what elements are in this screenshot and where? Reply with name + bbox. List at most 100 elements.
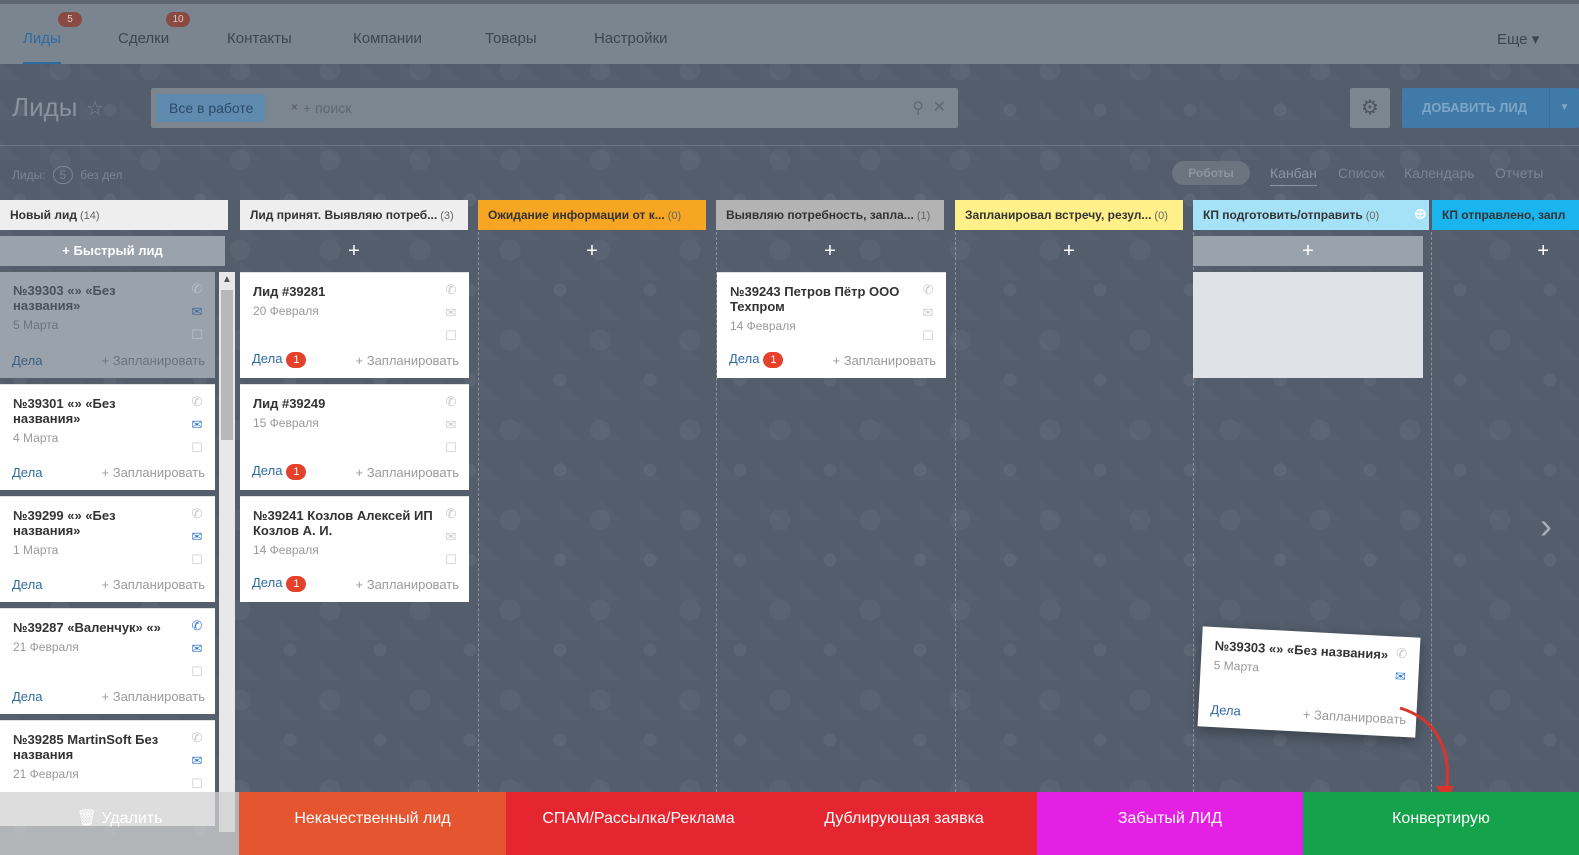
mail-icon[interactable]: ✉ <box>443 418 459 432</box>
mail-icon[interactable]: ✉ <box>189 530 205 544</box>
column-header-identify-need[interactable]: Выявляю потребность, запла... (1) <box>716 200 944 230</box>
phone-icon[interactable]: ✆ <box>189 395 205 409</box>
chat-icon[interactable]: ☐ <box>189 441 205 455</box>
scrollbar-thumb[interactable] <box>221 290 233 440</box>
column-header-new-lead[interactable]: Новый лид (14) <box>0 200 228 230</box>
tab-reports[interactable]: Отчеты <box>1495 165 1543 181</box>
add-column-icon[interactable]: ⊕ <box>1414 200 1427 230</box>
drop-zone-duplicate[interactable]: Дублирующая заявка <box>771 792 1037 855</box>
drop-zone-forgotten[interactable]: Забытый ЛИД <box>1037 792 1303 855</box>
card-title[interactable]: №39287 «Валенчук» «» <box>13 620 173 635</box>
nav-item-companies[interactable]: Компании <box>353 30 422 47</box>
add-card-button[interactable]: + <box>240 236 468 266</box>
lead-card[interactable]: Лид #39249 15 Февраля Дела 1 + Запланиров… <box>240 384 469 490</box>
settings-gear-button[interactable]: ⚙ <box>1350 88 1390 128</box>
search-icon[interactable]: ⚲ <box>912 98 924 118</box>
drop-zone-convert[interactable]: Конвертирую <box>1303 792 1579 855</box>
scroll-up-icon[interactable]: ▲ <box>219 272 235 288</box>
mail-icon[interactable]: ✉ <box>920 306 936 320</box>
card-plan-link[interactable]: + Запланировать <box>833 353 936 368</box>
column-header-prepare-proposal[interactable]: КП подготовить/отправить (0) ⊕ <box>1193 200 1429 230</box>
chevron-right-icon[interactable]: › <box>1540 505 1552 547</box>
chat-icon[interactable]: ☐ <box>443 553 459 567</box>
nav-item-settings[interactable]: Настройки <box>594 30 668 47</box>
card-title[interactable]: №39299 «» «Без названия» <box>13 508 173 538</box>
card-tasks-link[interactable]: Дела <box>1210 702 1241 719</box>
star-icon[interactable]: ☆ <box>86 96 104 121</box>
mail-icon[interactable]: ✉ <box>189 754 205 768</box>
mail-icon[interactable]: ✉ <box>1392 669 1409 685</box>
chat-icon[interactable]: ☐ <box>189 665 205 679</box>
mail-icon[interactable]: ✉ <box>189 642 205 656</box>
tab-list[interactable]: Список <box>1338 165 1385 181</box>
robots-button[interactable]: Роботы <box>1172 161 1250 185</box>
phone-icon[interactable]: ✆ <box>443 507 459 521</box>
column-header-lead-accepted[interactable]: Лид принят. Выявляю потреб... (3) <box>240 200 468 230</box>
card-title[interactable]: Лид #39281 <box>253 284 325 299</box>
lead-card[interactable]: №39243 Петров Пётр ООО Техпром 14 Феврал… <box>717 272 946 378</box>
add-card-button[interactable]: + <box>1193 236 1423 266</box>
card-tasks-link[interactable]: Дела 1 <box>729 351 784 368</box>
phone-icon[interactable]: ✆ <box>189 619 205 633</box>
chat-icon[interactable]: ☐ <box>189 328 205 342</box>
chat-icon[interactable]: ☐ <box>920 329 936 343</box>
phone-icon[interactable]: ✆ <box>920 283 936 297</box>
phone-icon[interactable]: ✆ <box>189 731 205 745</box>
add-lead-button[interactable]: ДОБАВИТЬ ЛИД ▼ <box>1402 88 1579 128</box>
card-tasks-link[interactable]: Дела <box>12 353 42 368</box>
add-card-button[interactable]: + <box>716 236 944 266</box>
clear-icon[interactable]: ✕ <box>933 97 946 117</box>
lead-card[interactable]: №39241 Козлов Алексей ИП Козлов А. И. 14… <box>240 496 469 602</box>
card-plan-link[interactable]: + Запланировать <box>356 353 459 368</box>
card-plan-link[interactable]: + Запланировать <box>102 465 205 480</box>
card-tasks-link[interactable]: Дела <box>12 577 42 592</box>
card-plan-link[interactable]: + Запланировать <box>102 689 205 704</box>
tab-calendar[interactable]: Календарь <box>1404 165 1475 181</box>
chat-icon[interactable]: ☐ <box>443 329 459 343</box>
card-tasks-link[interactable]: Дела <box>12 465 42 480</box>
mail-icon[interactable]: ✉ <box>189 418 205 432</box>
leads-without-tasks[interactable]: Лиды: 5 без дел <box>12 166 123 184</box>
mail-icon[interactable]: ✉ <box>443 530 459 544</box>
lead-card[interactable]: №39299 «» «Без названия» 1 Марта Дела + … <box>0 496 215 602</box>
lead-card[interactable]: №39301 «» «Без названия» 4 Марта Дела + … <box>0 384 215 490</box>
chat-icon[interactable]: ☐ <box>443 441 459 455</box>
card-title[interactable]: №39285 MartinSoft Без названия <box>13 732 173 762</box>
drop-zone-bad-lead[interactable]: Некачественный лид <box>239 792 506 855</box>
phone-icon[interactable]: ✆ <box>443 283 459 297</box>
quick-lead-button[interactable]: + Быстрый лид <box>0 236 225 266</box>
chat-icon[interactable]: ☐ <box>189 777 205 791</box>
card-plan-link[interactable]: + Запланировать <box>356 465 459 480</box>
search-input[interactable] <box>303 98 903 118</box>
nav-item-products[interactable]: Товары <box>485 30 537 47</box>
dragged-lead-card[interactable]: №39303 «» «Без названия» 5 Марта Дела + … <box>1197 626 1421 738</box>
search-box[interactable]: Все в работе × ⚲ ✕ <box>151 88 958 128</box>
card-plan-link[interactable]: + Запланировать <box>102 577 205 592</box>
add-card-button[interactable]: + <box>478 236 706 266</box>
card-title[interactable]: №39301 «» «Без названия» <box>13 396 173 426</box>
filter-chip-close-icon[interactable]: × <box>291 100 298 114</box>
chat-icon[interactable]: ☐ <box>189 553 205 567</box>
card-title[interactable]: Лид #39249 <box>253 396 325 411</box>
phone-icon[interactable]: ✆ <box>443 395 459 409</box>
card-tasks-link[interactable]: Дела 1 <box>252 351 307 368</box>
drop-zone-spam[interactable]: СПАМ/Рассылка/Реклама <box>506 792 771 855</box>
card-title[interactable]: №39241 Козлов Алексей ИП Козлов А. И. <box>253 508 443 538</box>
column-header-proposal-sent[interactable]: КП отправлено, запл <box>1432 200 1579 230</box>
nav-more[interactable]: Еще ▾ <box>1497 30 1539 48</box>
column-scrollbar[interactable]: ▲ <box>219 272 235 832</box>
card-title[interactable]: №39243 Петров Пётр ООО Техпром <box>730 284 910 314</box>
nav-item-deals[interactable]: Сделки <box>118 30 169 47</box>
filter-chip[interactable]: Все в работе <box>157 94 266 122</box>
phone-icon[interactable]: ✆ <box>189 282 205 296</box>
add-card-button[interactable]: + <box>955 236 1183 266</box>
card-tasks-link[interactable]: Дела 1 <box>252 463 307 480</box>
card-title[interactable]: №39303 «» «Без названия» <box>13 283 173 313</box>
chevron-down-icon[interactable]: ▼ <box>1549 88 1579 128</box>
mail-icon[interactable]: ✉ <box>189 305 205 319</box>
mail-icon[interactable]: ✉ <box>443 306 459 320</box>
nav-item-leads[interactable]: Лиды <box>23 30 61 64</box>
card-tasks-link[interactable]: Дела <box>12 689 42 704</box>
column-header-awaiting-info[interactable]: Ожидание информации от к... (0) <box>478 200 706 230</box>
add-card-button[interactable]: + <box>1432 236 1579 266</box>
